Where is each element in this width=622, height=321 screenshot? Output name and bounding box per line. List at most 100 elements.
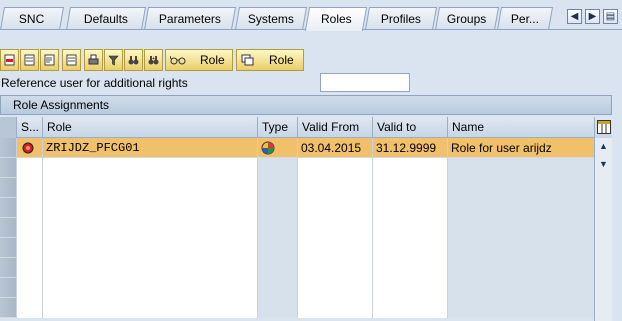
tab-label: Parameters [158,12,221,26]
role-cell[interactable] [42,218,257,238]
valid-to-cell[interactable] [372,158,447,178]
find-next-button[interactable]: + [144,49,163,71]
role-cell[interactable] [42,178,257,198]
tab-label: Defaults [83,12,128,26]
status-cell [16,218,42,238]
row-selector[interactable] [0,238,16,258]
scroll-down-icon[interactable]: ▼ [597,158,610,170]
select-all-corner[interactable] [0,117,16,138]
table-settings-button[interactable] [594,117,612,138]
table-row[interactable] [16,218,594,238]
table-settings-icon [597,120,611,134]
details-button[interactable] [40,49,59,71]
tab-groups[interactable]: Groups [434,7,500,30]
role-cell[interactable] [42,258,257,278]
error-status-icon [22,142,34,154]
valid-from-cell[interactable] [297,298,372,318]
valid-from-cell[interactable] [297,158,372,178]
print-button[interactable] [84,49,103,71]
status-cell [16,178,42,198]
table-row[interactable] [16,258,594,278]
scroll-up-icon[interactable]: ▲ [597,140,610,152]
role-cell[interactable] [42,278,257,298]
delete-row-button[interactable] [0,49,19,71]
column-header-valid-to[interactable]: Valid to [372,117,447,138]
role-copy-icon [241,54,254,66]
valid-to-cell[interactable] [372,198,447,218]
row-selector[interactable] [0,178,16,198]
name-cell [447,238,594,258]
status-cell [16,158,42,178]
valid-to-cell[interactable] [372,178,447,198]
table-row[interactable] [16,158,594,178]
tab-scroll-left-button[interactable]: ◀ [567,9,582,24]
column-header-role[interactable]: Role [42,117,257,138]
valid-to-cell[interactable]: 31.12.9999 [372,138,447,158]
type-cell [257,178,297,198]
column-header-valid-from[interactable]: Valid From [297,117,372,138]
reference-user-input[interactable] [320,73,410,92]
row-selector[interactable] [0,198,16,218]
table-row[interactable] [16,178,594,198]
name-cell [447,218,594,238]
tab-personalization[interactable]: Per... [496,7,554,30]
role-cell[interactable]: ZRIJDZ_PFCG01 [42,138,257,158]
valid-to-cell[interactable] [372,258,447,278]
name-cell [447,178,594,198]
tab-snc[interactable]: SNC [0,7,65,30]
tab-profiles[interactable]: Profiles [364,7,438,30]
details-icon [44,54,55,66]
tab-list-button[interactable]: ▤ [603,9,618,24]
svg-text:+: + [152,56,155,62]
tab-scroll-right-button[interactable]: ▶ [585,9,600,24]
table-row[interactable] [16,298,594,318]
valid-to-cell[interactable] [372,298,447,318]
table-row[interactable] [16,198,594,218]
role-cell[interactable] [42,198,257,218]
valid-from-cell[interactable] [297,218,372,238]
column-header-name[interactable]: Name [447,117,594,138]
type-cell [257,158,297,178]
role-cell[interactable] [42,158,257,178]
insert-row-button[interactable] [20,49,39,71]
valid-to-cell[interactable] [372,238,447,258]
tab-roles[interactable]: Roles [304,7,368,31]
name-cell [447,198,594,218]
column-header-status[interactable]: S... [16,117,42,138]
insert-row-icon [24,54,35,66]
row-selector[interactable] [0,138,16,158]
role-cell[interactable] [42,298,257,318]
tab-defaults[interactable]: Defaults [65,7,147,30]
find-button[interactable] [124,49,143,71]
filter-button[interactable] [104,49,123,71]
valid-from-cell[interactable] [297,278,372,298]
valid-from-cell[interactable] [297,238,372,258]
table-row[interactable] [16,278,594,298]
role-glasses-button[interactable]: Role [165,49,233,71]
tab-parameters[interactable]: Parameters [143,7,237,30]
valid-from-cell[interactable] [297,178,372,198]
row-selector[interactable] [0,158,16,178]
valid-from-cell[interactable] [297,258,372,278]
row-selector[interactable] [0,218,16,238]
select-all-button[interactable] [62,49,81,71]
role-copy-button[interactable]: Role [236,49,304,71]
valid-to-cell[interactable] [372,278,447,298]
row-selector[interactable] [0,258,16,278]
valid-to-cell[interactable] [372,218,447,238]
row-selector[interactable] [0,278,16,298]
type-cell [257,218,297,238]
table-title: Role Assignments [0,95,612,115]
row-selector[interactable] [0,298,16,318]
column-header-type[interactable]: Type [257,117,297,138]
tab-systems[interactable]: Systems [234,7,308,30]
table-row[interactable]: ZRIJDZ_PFCG01 03.04.2015 31.12.9999 Role… [16,138,594,158]
reference-user-label: Reference user for additional rights [1,76,188,90]
composite-role-icon [261,141,275,155]
valid-from-cell[interactable] [297,198,372,218]
role-cell[interactable] [42,238,257,258]
select-all-icon [66,54,77,66]
table-row[interactable] [16,238,594,258]
valid-from-cell[interactable]: 03.04.2015 [297,138,372,158]
vertical-scrollbar[interactable]: ▲ ▼ [594,138,612,321]
